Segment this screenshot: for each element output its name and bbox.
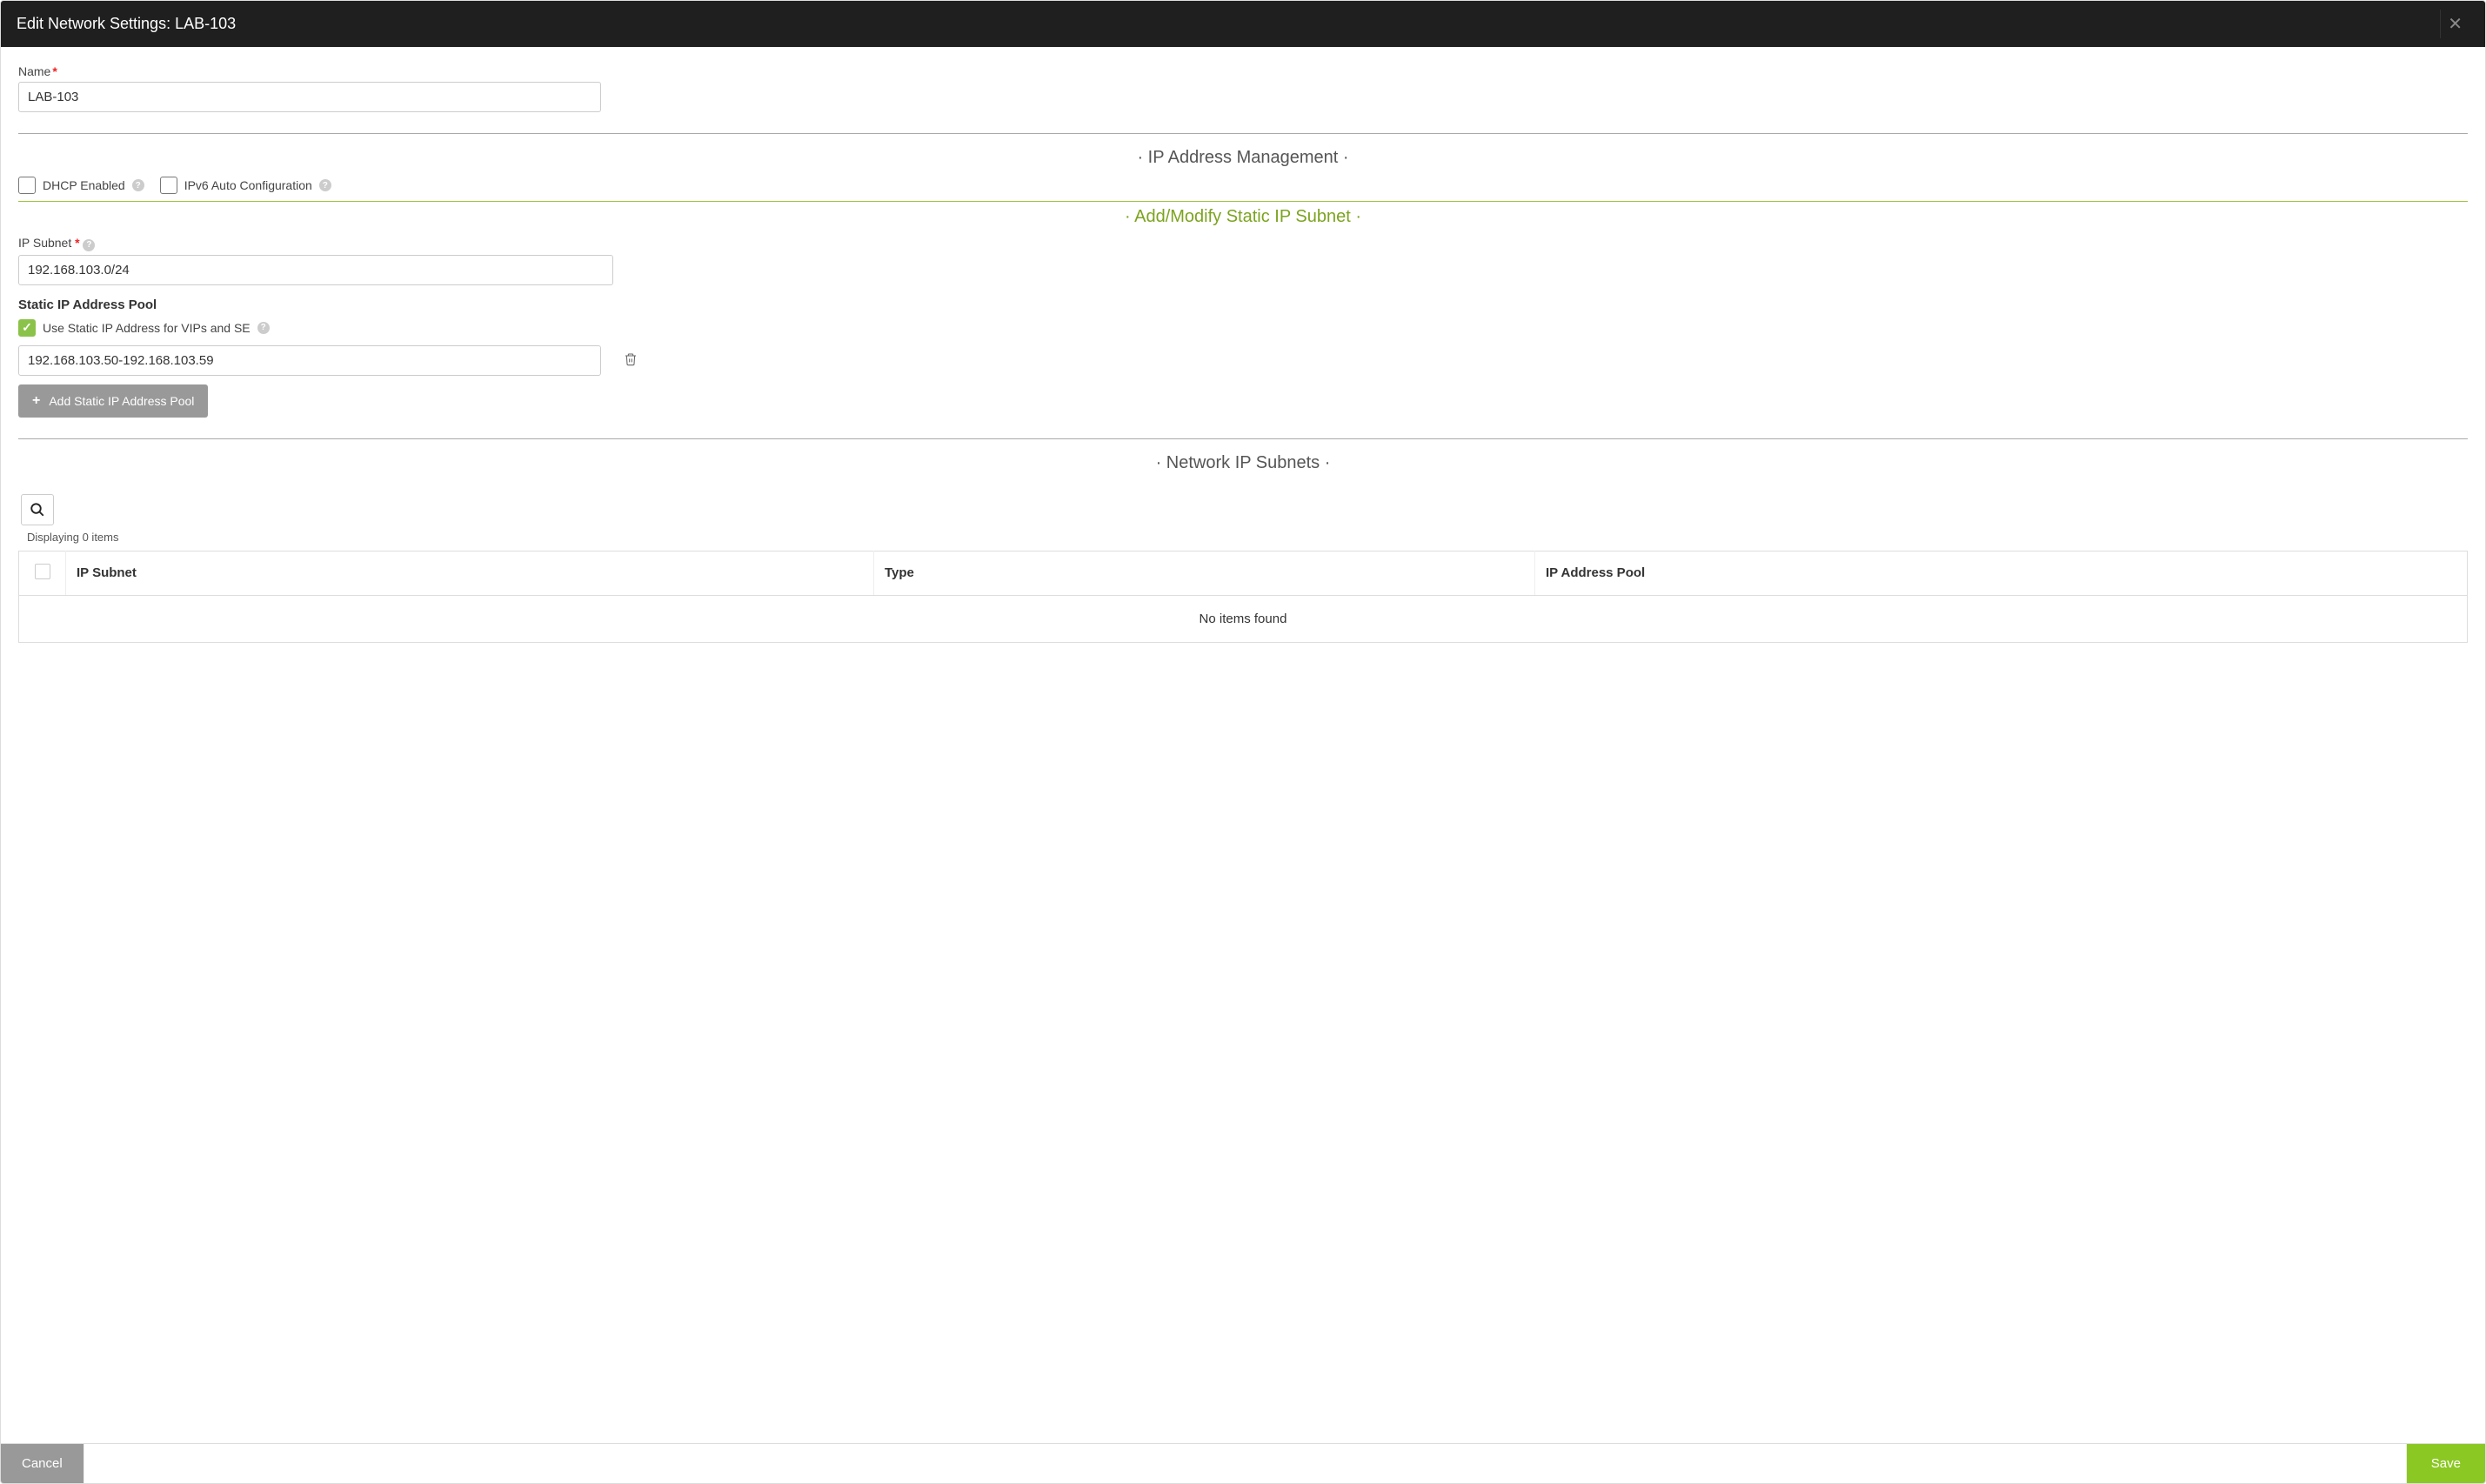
name-field-group: Name [18,64,2468,112]
use-static-label: Use Static IP Address for VIPs and SE [43,321,251,335]
ip-subnet-label: IP Subnet ? [18,236,2468,251]
help-icon[interactable]: ? [319,179,331,191]
ipam-section-header: IP Address Management [18,143,2468,177]
pool-range-row [18,345,2468,376]
cancel-button[interactable]: Cancel [1,1444,84,1483]
network-subnets-header: Network IP Subnets [18,448,2468,482]
name-input[interactable] [18,82,601,112]
empty-table-message: No items found [19,595,2468,642]
modal-header: Edit Network Settings: LAB-103 ✕ [1,1,2485,47]
add-pool-button[interactable]: + Add Static IP Address Pool [18,384,208,418]
plus-icon: + [32,393,40,409]
static-pool-heading: Static IP Address Pool [18,297,2468,312]
modal-title: Edit Network Settings: LAB-103 [17,15,236,33]
search-icon [30,502,45,518]
dhcp-checkbox-wrap[interactable]: DHCP Enabled ? [18,177,144,194]
use-static-checkbox[interactable] [18,319,36,337]
modal-body: Name IP Address Management DHCP Enabled … [1,47,2485,1443]
dhcp-label: DHCP Enabled [43,178,125,192]
pool-range-input[interactable] [18,345,601,376]
ip-pool-header: IP Address Pool [1534,551,2467,595]
edit-network-modal: Edit Network Settings: LAB-103 ✕ Name IP… [0,0,2486,1484]
displaying-count: Displaying 0 items [27,531,2468,544]
delete-pool-button[interactable] [620,348,641,373]
ipv6-label: IPv6 Auto Configuration [184,178,312,192]
type-header: Type [873,551,1534,595]
footer-spacer [84,1444,2407,1483]
select-all-checkbox[interactable] [35,564,50,579]
close-button[interactable]: ✕ [2440,10,2469,38]
save-button[interactable]: Save [2407,1444,2485,1483]
search-button[interactable] [21,494,54,525]
close-icon: ✕ [2448,15,2463,34]
ipam-checkboxes: DHCP Enabled ? IPv6 Auto Configuration ? [18,177,2468,194]
ipam-divider [18,133,2468,134]
subnets-table: IP Subnet Type IP Address Pool No items … [18,551,2468,643]
name-label: Name [18,64,2468,78]
trash-icon [624,351,638,367]
subnet-section-header: Add/Modify Static IP Subnet [18,202,2468,236]
ip-subnet-input[interactable] [18,255,613,285]
select-all-header [19,551,66,595]
use-static-checkbox-wrap[interactable]: Use Static IP Address for VIPs and SE ? [18,319,2468,337]
ipv6-checkbox-wrap[interactable]: IPv6 Auto Configuration ? [160,177,331,194]
ip-subnet-header: IP Subnet [66,551,874,595]
ipv6-checkbox[interactable] [160,177,177,194]
network-subnets-divider [18,438,2468,439]
help-icon[interactable]: ? [257,322,270,334]
dhcp-checkbox[interactable] [18,177,36,194]
help-icon[interactable]: ? [132,179,144,191]
modal-footer: Cancel Save [1,1443,2485,1483]
ip-subnet-field-group: IP Subnet ? [18,236,2468,285]
help-icon[interactable]: ? [83,239,95,251]
add-pool-label: Add Static IP Address Pool [49,394,194,408]
